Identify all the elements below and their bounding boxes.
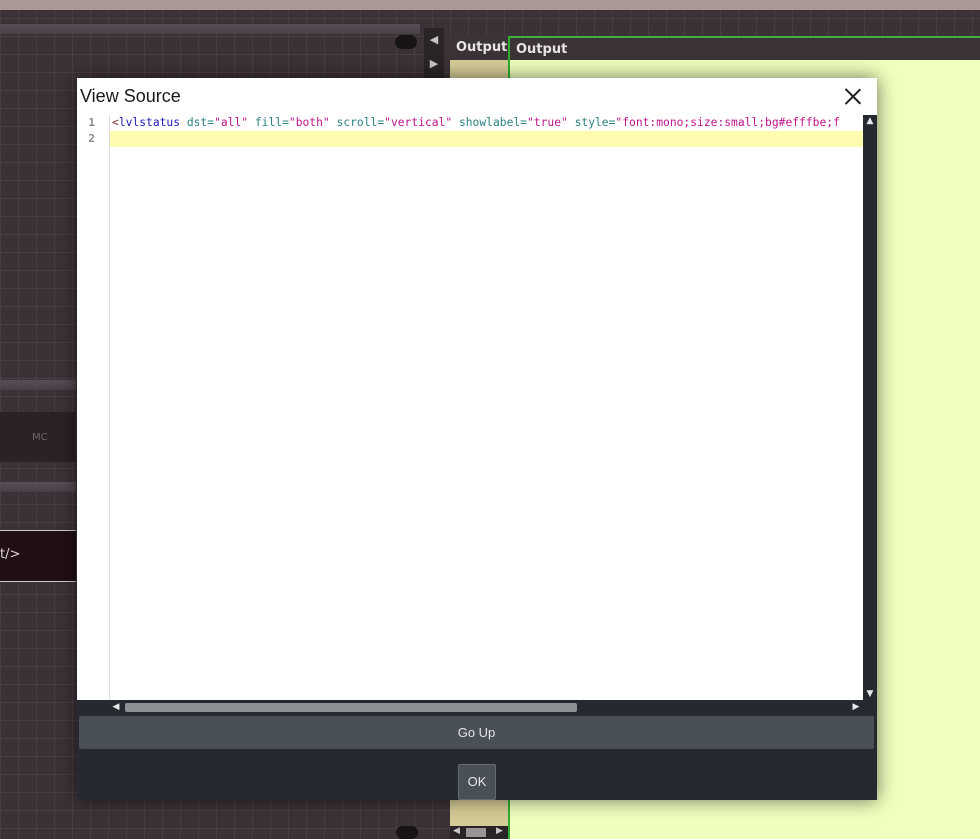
- code-attr-name: scroll: [329, 116, 378, 129]
- scroll-left-icon[interactable]: ◀: [109, 700, 123, 714]
- code-line-1: <lvlstatus dst="all" fill="both" scroll=…: [112, 116, 840, 129]
- output-header-2: Output: [508, 36, 980, 60]
- dialog-titlebar: View Source: [77, 78, 877, 115]
- mc-label: MC: [32, 432, 48, 443]
- bottom-scrollbar[interactable]: ◀ ▶: [450, 826, 508, 839]
- code-attr-value: "all": [214, 116, 249, 129]
- line-number: 2: [88, 132, 95, 145]
- scroll-right-icon[interactable]: ▶: [849, 700, 863, 714]
- line-number: 1: [88, 116, 95, 129]
- arrow-right-icon[interactable]: ▶: [424, 52, 444, 76]
- fragment-row: t/>: [0, 530, 76, 582]
- go-up-button[interactable]: Go Up: [79, 716, 874, 749]
- code-attr-name: dst: [180, 116, 208, 129]
- header-band: [0, 24, 420, 34]
- code-attr-value: "font:mono;size:small;bg#efffbe;f: [615, 116, 840, 129]
- horizontal-scrollbar[interactable]: ◀ ▶: [109, 700, 863, 714]
- code-tag: lvlstatus: [118, 116, 181, 129]
- header-band: [0, 482, 76, 492]
- line-gutter: 1 2: [77, 115, 110, 700]
- code-attr-name: showlabel: [452, 116, 521, 129]
- top-strip: [0, 0, 980, 10]
- ok-button[interactable]: OK: [458, 764, 496, 800]
- scroll-thumb[interactable]: [125, 703, 577, 712]
- code-attr-value: "true": [526, 116, 568, 129]
- dialog-title: View Source: [80, 86, 181, 106]
- code-attr-value: "both": [288, 116, 330, 129]
- scroll-up-icon[interactable]: ▲: [863, 115, 877, 127]
- toggle-knob[interactable]: [396, 826, 418, 839]
- view-source-dialog: View Source 1 2 <lvlstatus dst="all" fil…: [77, 78, 877, 800]
- code-attr-name: style: [567, 116, 609, 129]
- scroll-down-icon[interactable]: ▼: [863, 688, 877, 700]
- output-header-1: Output: [446, 36, 508, 60]
- source-editor[interactable]: 1 2 <lvlstatus dst="all" fill="both" scr…: [77, 115, 863, 700]
- arrow-left-icon[interactable]: ◀: [424, 28, 444, 52]
- scroll-thumb[interactable]: [466, 828, 486, 837]
- code-bracket: <: [112, 116, 119, 129]
- header-band: [0, 380, 76, 390]
- scrollbar-corner: [77, 700, 109, 714]
- code-attr-name: fill: [248, 116, 283, 129]
- code-attr-value: "vertical": [384, 116, 453, 129]
- panel-arrow-column: ◀ ▶: [424, 28, 444, 78]
- toggle-knob[interactable]: [395, 35, 417, 49]
- scroll-left-icon[interactable]: ◀: [453, 826, 460, 836]
- vertical-scrollbar[interactable]: ▲ ▼: [863, 115, 877, 700]
- mc-row: MC: [0, 412, 76, 462]
- current-line-highlight: [110, 131, 863, 147]
- fragment-text: t/>: [0, 547, 21, 562]
- close-icon[interactable]: [839, 83, 867, 109]
- scroll-right-icon[interactable]: ▶: [496, 826, 503, 836]
